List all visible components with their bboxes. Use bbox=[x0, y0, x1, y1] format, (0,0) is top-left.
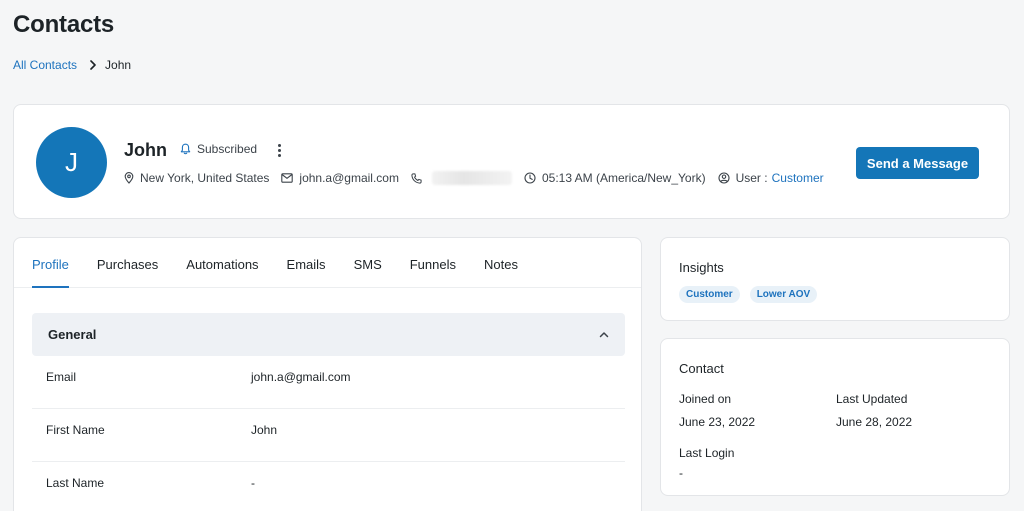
tab-funnels[interactable]: Funnels bbox=[410, 257, 456, 287]
email-text[interactable]: john.a@gmail.com bbox=[299, 171, 399, 185]
more-options-icon[interactable] bbox=[274, 142, 284, 158]
field-value: - bbox=[251, 476, 255, 490]
phone-item bbox=[411, 171, 512, 185]
insight-tag: Customer bbox=[679, 286, 740, 303]
breadcrumb: All Contacts John bbox=[13, 58, 131, 72]
general-section-toggle[interactable]: General bbox=[32, 313, 625, 356]
mail-icon bbox=[281, 173, 294, 183]
bell-icon bbox=[180, 143, 191, 155]
profile-card: Profile Purchases Automations Emails SMS… bbox=[13, 237, 642, 511]
subscription-status-label: Subscribed bbox=[197, 142, 258, 156]
field-row-last-name: Last Name - bbox=[32, 462, 625, 511]
joined-value: June 23, 2022 bbox=[679, 415, 756, 429]
location-text: New York, United States bbox=[140, 171, 270, 185]
field-row-first-name: First Name John bbox=[32, 409, 625, 462]
tab-sms[interactable]: SMS bbox=[354, 257, 382, 287]
tab-bar: Profile Purchases Automations Emails SMS… bbox=[14, 238, 641, 288]
tab-emails[interactable]: Emails bbox=[287, 257, 326, 287]
clock-icon bbox=[524, 172, 536, 184]
time-text: 05:13 AM (America/New_York) bbox=[541, 171, 706, 185]
insights-card: Insights Customer Lower AOV bbox=[660, 237, 1010, 321]
chevron-right-icon bbox=[89, 60, 97, 70]
send-message-button[interactable]: Send a Message bbox=[856, 147, 979, 179]
tab-purchases[interactable]: Purchases bbox=[97, 257, 158, 287]
insight-tag: Lower AOV bbox=[749, 286, 818, 303]
field-label: First Name bbox=[46, 423, 105, 437]
breadcrumb-all-contacts-link[interactable]: All Contacts bbox=[13, 58, 77, 72]
user-role-item: User : Customer bbox=[718, 171, 824, 185]
tab-profile[interactable]: Profile bbox=[32, 257, 69, 288]
phone-icon bbox=[411, 172, 422, 184]
insights-title: Insights bbox=[679, 260, 724, 275]
time-item: 05:13 AM (America/New_York) bbox=[524, 171, 706, 185]
general-section-title: General bbox=[48, 327, 97, 342]
contact-name: John bbox=[124, 140, 167, 160]
tab-notes[interactable]: Notes bbox=[484, 257, 518, 287]
field-label: Email bbox=[46, 370, 77, 384]
contact-info-title: Contact bbox=[679, 361, 724, 376]
map-pin-icon bbox=[124, 172, 134, 184]
joined-label: Joined on bbox=[679, 392, 732, 406]
email-item: john.a@gmail.com bbox=[281, 171, 399, 185]
contact-info-card: Contact Joined on June 23, 2022 Last Upd… bbox=[660, 338, 1010, 496]
last-updated-value: June 28, 2022 bbox=[836, 415, 913, 429]
field-value: John bbox=[251, 423, 278, 437]
contact-header-card: J John Subscribed New York, United State… bbox=[13, 104, 1010, 219]
last-login-label: Last Login bbox=[679, 446, 735, 460]
user-circle-icon bbox=[718, 172, 730, 184]
user-role-label: User : bbox=[735, 171, 768, 185]
user-role-link[interactable]: Customer bbox=[772, 171, 824, 185]
insight-tags: Customer Lower AOV bbox=[679, 286, 818, 303]
phone-redacted bbox=[431, 171, 512, 185]
breadcrumb-current: John bbox=[105, 58, 132, 72]
page-title: Contacts bbox=[13, 11, 115, 38]
contact-meta-row: New York, United States john.a@gmail.com… bbox=[124, 171, 836, 185]
last-updated-label: Last Updated bbox=[836, 392, 908, 406]
avatar: J bbox=[36, 127, 107, 198]
field-value: john.a@gmail.com bbox=[251, 370, 351, 384]
chevron-up-icon bbox=[599, 332, 609, 338]
tab-automations[interactable]: Automations bbox=[186, 257, 258, 287]
field-row-email: Email john.a@gmail.com bbox=[32, 356, 625, 409]
location-item: New York, United States bbox=[124, 171, 269, 185]
last-login-value: - bbox=[679, 466, 683, 480]
subscription-status[interactable]: Subscribed bbox=[180, 142, 257, 156]
field-label: Last Name bbox=[46, 476, 105, 490]
